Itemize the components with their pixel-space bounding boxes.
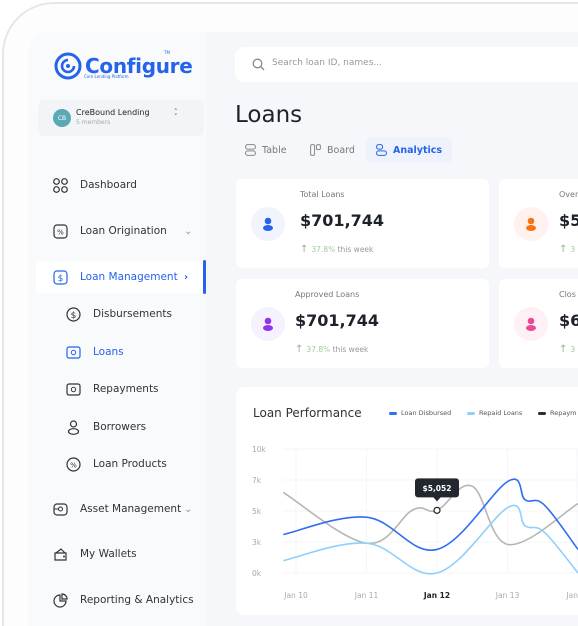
- arrow-up-icon: ↑: [295, 344, 304, 355]
- change-indicator: ↑ 37.8% this week: [300, 244, 374, 255]
- user-avatar-icon: [514, 207, 548, 241]
- sidebar-item-loan-products[interactable]: % Loan Products: [28, 448, 206, 480]
- x-tick-label: Jan 11: [354, 591, 379, 600]
- tab-board[interactable]: Board: [300, 137, 365, 163]
- logo: Configure Core Lending Platform TM: [54, 50, 193, 80]
- svg-text:$: $: [57, 274, 63, 284]
- banknote-icon: [65, 344, 81, 360]
- svg-text:%: %: [57, 228, 64, 236]
- wallet-icon: [52, 546, 68, 562]
- sidebar-item-dashboard[interactable]: Dashboard: [28, 169, 206, 201]
- sidebar-item-asset-management[interactable]: Asset Management ⌄: [28, 493, 206, 525]
- active-indicator: [203, 260, 206, 294]
- stat-card-overdue[interactable]: Over $5 ↑ 3: [499, 179, 578, 268]
- sidebar: Configure Core Lending Platform TM CB Cr…: [28, 32, 206, 626]
- x-tick-label: Jan 10: [283, 591, 308, 600]
- arrow-up-icon: ↑: [300, 244, 309, 255]
- dollar-square-icon: $: [52, 269, 68, 285]
- pie-chart-icon: [52, 592, 68, 608]
- y-tick-label: 5k: [252, 507, 262, 516]
- chevron-down-icon: ⌄: [184, 503, 193, 515]
- search-icon: [252, 58, 265, 71]
- tooltip-point: [433, 506, 441, 514]
- banknote-icon: [65, 381, 81, 397]
- grid-icon: [52, 177, 68, 193]
- tooltip-label: $5,052: [423, 484, 452, 493]
- tooltip-pointer: [433, 496, 441, 502]
- stat-card-closed[interactable]: Clos $6 ↑ 3: [499, 279, 578, 368]
- stat-card-total-loans[interactable]: Total Loans $701,744 ↑ 37.8% this week: [236, 179, 489, 268]
- user-avatar-icon: [251, 207, 285, 241]
- sidebar-item-loan-origination[interactable]: % Loan Origination ⌄: [28, 215, 206, 247]
- user-avatar-icon: [251, 307, 285, 341]
- chart-plot[interactable]: 0k 3k 5k 7k 10k Jan 10 Jan 11 Jan 12 Jan 13 Jan $5…: [236, 387, 578, 615]
- percent-square-icon: %: [52, 223, 68, 239]
- app-screen: Configure Core Lending Platform TM CB Cr…: [28, 32, 578, 626]
- table-icon: [245, 144, 256, 156]
- logo-swirl-icon: [54, 52, 82, 80]
- x-tick-label: Jan 13: [495, 591, 520, 600]
- svg-text:$: $: [70, 311, 76, 321]
- user-avatar-icon: [514, 307, 548, 341]
- chevron-down-icon: ⌄: [184, 225, 193, 237]
- search-input[interactable]: Search loan ID, names...: [235, 47, 578, 82]
- series-line: [283, 504, 578, 575]
- sidebar-item-loan-management[interactable]: $ Loan Management ›: [36, 261, 204, 293]
- sidebar-item-repayments[interactable]: Repayments: [28, 373, 206, 405]
- percent-circle-icon: %: [65, 456, 81, 472]
- page-title: Loans: [235, 102, 303, 128]
- sidebar-item-borrowers[interactable]: Borrowers: [28, 411, 206, 443]
- analytics-icon: [376, 144, 387, 156]
- user-icon: [65, 419, 81, 435]
- x-tick-label: Jan: [565, 591, 578, 600]
- y-tick-label: 10k: [252, 445, 267, 454]
- stat-card-approved-loans[interactable]: Approved Loans $701,744 ↑ 37.8% this week: [236, 279, 489, 368]
- tab-analytics[interactable]: Analytics: [366, 137, 453, 163]
- sidebar-item-disbursements[interactable]: $ Disbursements: [28, 298, 206, 330]
- tab-table[interactable]: Table: [235, 137, 297, 163]
- sidebar-item-loans[interactable]: Loans: [28, 336, 206, 368]
- y-tick-label: 0k: [252, 569, 262, 578]
- y-tick-label: 7k: [252, 476, 262, 485]
- sidebar-item-my-wallets[interactable]: My Wallets: [28, 538, 206, 570]
- arrow-up-icon: ↑: [559, 244, 568, 255]
- svg-text:%: %: [70, 461, 77, 469]
- safe-icon: [52, 501, 68, 517]
- chevron-right-icon: ›: [184, 271, 189, 283]
- sidebar-item-reporting-analytics[interactable]: Reporting & Analytics: [28, 584, 206, 616]
- change-indicator: ↑ 37.8% this week: [295, 344, 369, 355]
- board-icon: [310, 144, 321, 156]
- avatar: CB: [53, 109, 71, 127]
- y-tick-label: 3k: [252, 538, 262, 547]
- loan-performance-chart: Loan Performance Loan Disbursed Repaid L…: [236, 387, 578, 615]
- x-tick-label: Jan 12: [423, 591, 450, 600]
- dollar-circle-icon: $: [65, 306, 81, 322]
- workspace-switcher[interactable]: CB CreBound Lending 5 members ˄ ˅: [38, 100, 204, 136]
- arrow-up-icon: ↑: [559, 344, 568, 355]
- chevron-updown-icon: ˄ ˅: [174, 108, 178, 121]
